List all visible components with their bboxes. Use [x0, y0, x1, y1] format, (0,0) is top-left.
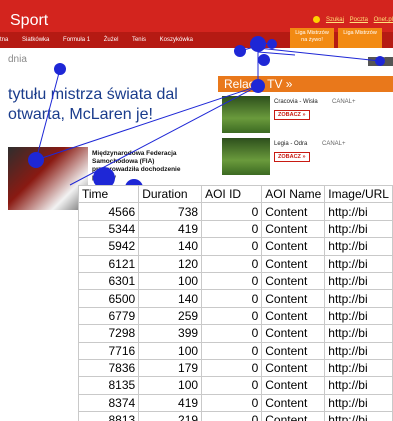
cell-aoi-name[interactable]: Content [261, 289, 326, 308]
cell-aoi-id[interactable]: 0 [201, 271, 263, 291]
cell-duration[interactable]: 419 [138, 219, 203, 239]
cell-aoi-id[interactable]: 0 [201, 393, 263, 413]
cell-time[interactable]: 8135 [78, 376, 140, 395]
cell-aoi-id[interactable]: 0 [201, 254, 263, 273]
cell-time[interactable]: 8374 [78, 393, 140, 413]
column-header-time[interactable]: Time [78, 185, 140, 204]
cell-duration[interactable]: 100 [138, 341, 203, 360]
cell-duration[interactable]: 419 [138, 393, 203, 413]
cell-url[interactable]: http://bi [324, 237, 393, 256]
cell-aoi-name[interactable]: Content [261, 306, 326, 326]
fixation-marker [250, 36, 266, 52]
table-row[interactable]: 8135 100 0 Content http://bi [78, 376, 393, 395]
cell-duration[interactable]: 120 [138, 254, 203, 273]
fixation-marker [375, 56, 385, 66]
table-row[interactable]: 6500 140 0 Content http://bi [78, 289, 393, 308]
table-row[interactable]: 5942 140 0 Content http://bi [78, 237, 393, 256]
cell-url[interactable]: http://bi [324, 393, 393, 413]
cell-url[interactable]: http://bi [324, 306, 393, 326]
cell-aoi-name[interactable]: Content [261, 237, 326, 256]
cell-time[interactable]: 6121 [78, 254, 140, 273]
cell-url[interactable]: http://bi [324, 324, 393, 343]
cell-url[interactable]: http://bi [324, 411, 393, 421]
cell-aoi-id[interactable]: 0 [201, 341, 263, 360]
fixation-marker [234, 45, 246, 57]
cell-aoi-id[interactable]: 0 [201, 324, 263, 343]
column-header-aoi-name[interactable]: AOI Name [261, 185, 326, 204]
cell-aoi-name[interactable]: Content [261, 411, 326, 421]
table-row[interactable]: 7836 179 0 Content http://bi [78, 358, 393, 378]
cell-aoi-id[interactable]: 0 [201, 289, 263, 308]
table-row[interactable]: 7716 100 0 Content http://bi [78, 341, 393, 360]
cell-aoi-name[interactable]: Content [261, 324, 326, 343]
cell-time[interactable]: 6500 [78, 289, 140, 308]
cell-duration[interactable]: 140 [138, 289, 203, 308]
fixation-table: Time Duration AOI ID AOI Name Image/URL … [78, 185, 393, 421]
cell-url[interactable]: http://bi [324, 289, 393, 308]
cell-aoi-name[interactable]: Content [261, 376, 326, 395]
cell-aoi-name[interactable]: Content [261, 254, 326, 273]
cell-aoi-id[interactable]: 0 [201, 376, 263, 395]
cell-time[interactable]: 7298 [78, 324, 140, 343]
cell-time[interactable]: 6301 [78, 271, 140, 291]
table-row[interactable]: 4566 738 0 Content http://bi [78, 202, 393, 221]
table-row[interactable]: 6121 120 0 Content http://bi [78, 254, 393, 273]
cell-time[interactable]: 8813 [78, 411, 140, 421]
cell-aoi-name[interactable]: Content [261, 358, 326, 378]
fixation-marker [258, 54, 270, 66]
cell-url[interactable]: http://bi [324, 358, 393, 378]
cell-aoi-name[interactable]: Content [261, 271, 326, 291]
cell-aoi-name[interactable]: Content [261, 341, 326, 360]
cell-duration[interactable]: 219 [138, 411, 203, 421]
cell-url[interactable]: http://bi [324, 254, 393, 273]
cell-duration[interactable]: 100 [138, 376, 203, 395]
fixation-marker [267, 39, 277, 49]
cell-aoi-id[interactable]: 0 [201, 237, 263, 256]
cell-duration[interactable]: 100 [138, 271, 203, 291]
column-header-duration[interactable]: Duration [138, 185, 203, 204]
cell-url[interactable]: http://bi [324, 219, 393, 239]
cell-duration[interactable]: 179 [138, 358, 203, 378]
table-row[interactable]: 7298 399 0 Content http://bi [78, 324, 393, 343]
fixation-marker [251, 79, 265, 93]
cell-time[interactable]: 6779 [78, 306, 140, 326]
cell-url[interactable]: http://bi [324, 202, 393, 221]
cell-time[interactable]: 4566 [78, 202, 140, 221]
cell-aoi-name[interactable]: Content [261, 393, 326, 413]
cell-aoi-id[interactable]: 0 [201, 411, 263, 421]
table-row[interactable]: 8813 219 0 Content http://bi [78, 411, 393, 421]
table-header: Time Duration AOI ID AOI Name Image/URL [78, 185, 393, 204]
cell-duration[interactable]: 738 [138, 202, 203, 221]
table-row[interactable]: 6779 259 0 Content http://bi [78, 306, 393, 326]
cell-time[interactable]: 7836 [78, 358, 140, 378]
cell-time[interactable]: 5942 [78, 237, 140, 256]
cell-aoi-id[interactable]: 0 [201, 306, 263, 326]
cell-aoi-id[interactable]: 0 [201, 358, 263, 378]
cell-time[interactable]: 5344 [78, 219, 140, 239]
cell-aoi-name[interactable]: Content [261, 219, 326, 239]
cell-aoi-id[interactable]: 0 [201, 202, 263, 221]
column-header-aoi-id[interactable]: AOI ID [201, 185, 263, 204]
cell-aoi-id[interactable]: 0 [201, 219, 263, 239]
table-row[interactable]: 5344 419 0 Content http://bi [78, 219, 393, 239]
cell-time[interactable]: 7716 [78, 341, 140, 360]
cell-url[interactable]: http://bi [324, 376, 393, 395]
table-row[interactable]: 6301 100 0 Content http://bi [78, 271, 393, 291]
table-row[interactable]: 8374 419 0 Content http://bi [78, 393, 393, 413]
cell-aoi-name[interactable]: Content [261, 202, 326, 221]
cell-duration[interactable]: 259 [138, 306, 203, 326]
fixation-marker [54, 63, 66, 75]
cell-url[interactable]: http://bi [324, 341, 393, 360]
gaze-plot-overlay [28, 36, 385, 197]
cell-duration[interactable]: 399 [138, 324, 203, 343]
fixation-marker [28, 152, 44, 168]
column-header-url[interactable]: Image/URL [324, 185, 393, 204]
cell-duration[interactable]: 140 [138, 237, 203, 256]
webpage-screenshot: Sport Szukaj Poczta Onet.pl tna Siatkówk… [0, 0, 393, 210]
cell-url[interactable]: http://bi [324, 271, 393, 291]
